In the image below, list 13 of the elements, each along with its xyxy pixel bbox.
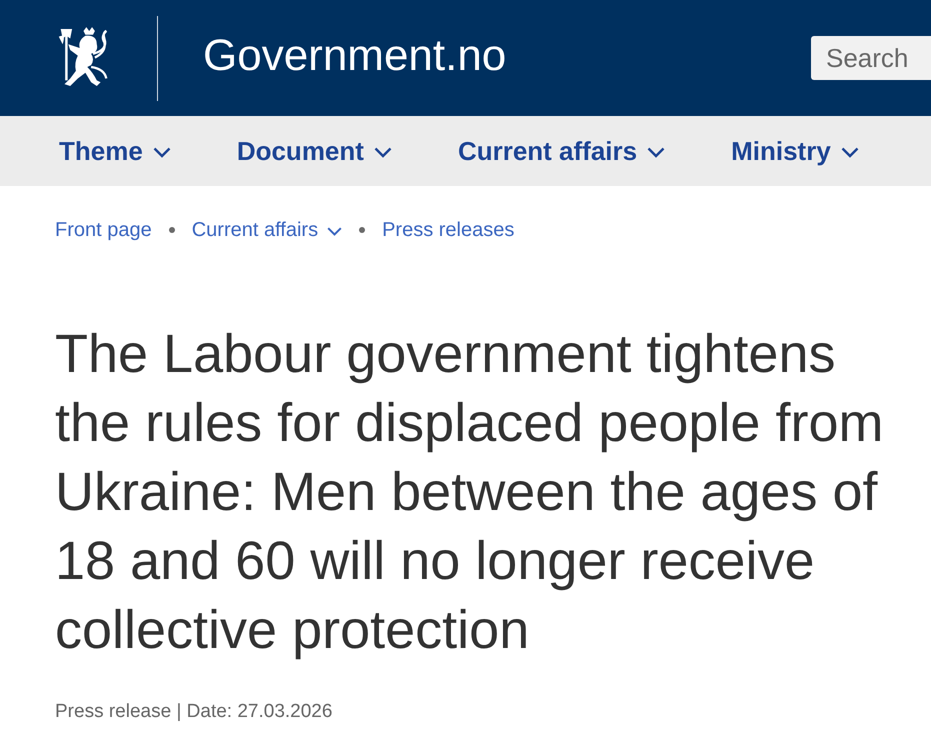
article-title: The Labour government tightens the rules for displaced people from Ukraine: Men between the ages of 18 and 60 will no longer receive collective protection (55, 323, 884, 662)
bullet-separator-icon (168, 227, 175, 233)
nav-menu-item[interactable]: Current affairs (458, 136, 666, 166)
search-field[interactable]: Search (811, 36, 931, 80)
nav-menu-item[interactable]: Theme (59, 136, 171, 166)
nav-menu-item[interactable]: Ministry (731, 136, 859, 166)
site-title[interactable]: Government.no (203, 34, 506, 78)
breadcrumb-link[interactable]: Current affairs (192, 218, 342, 242)
bullet-separator-icon (359, 227, 366, 233)
article-meta: Press release | Date: 27.03.2026 (55, 700, 334, 724)
breadcrumb-link[interactable]: Front page (55, 218, 152, 242)
breadcrumb-link[interactable]: Press releases (382, 218, 514, 242)
nav-menu-item[interactable]: Document (236, 136, 392, 166)
